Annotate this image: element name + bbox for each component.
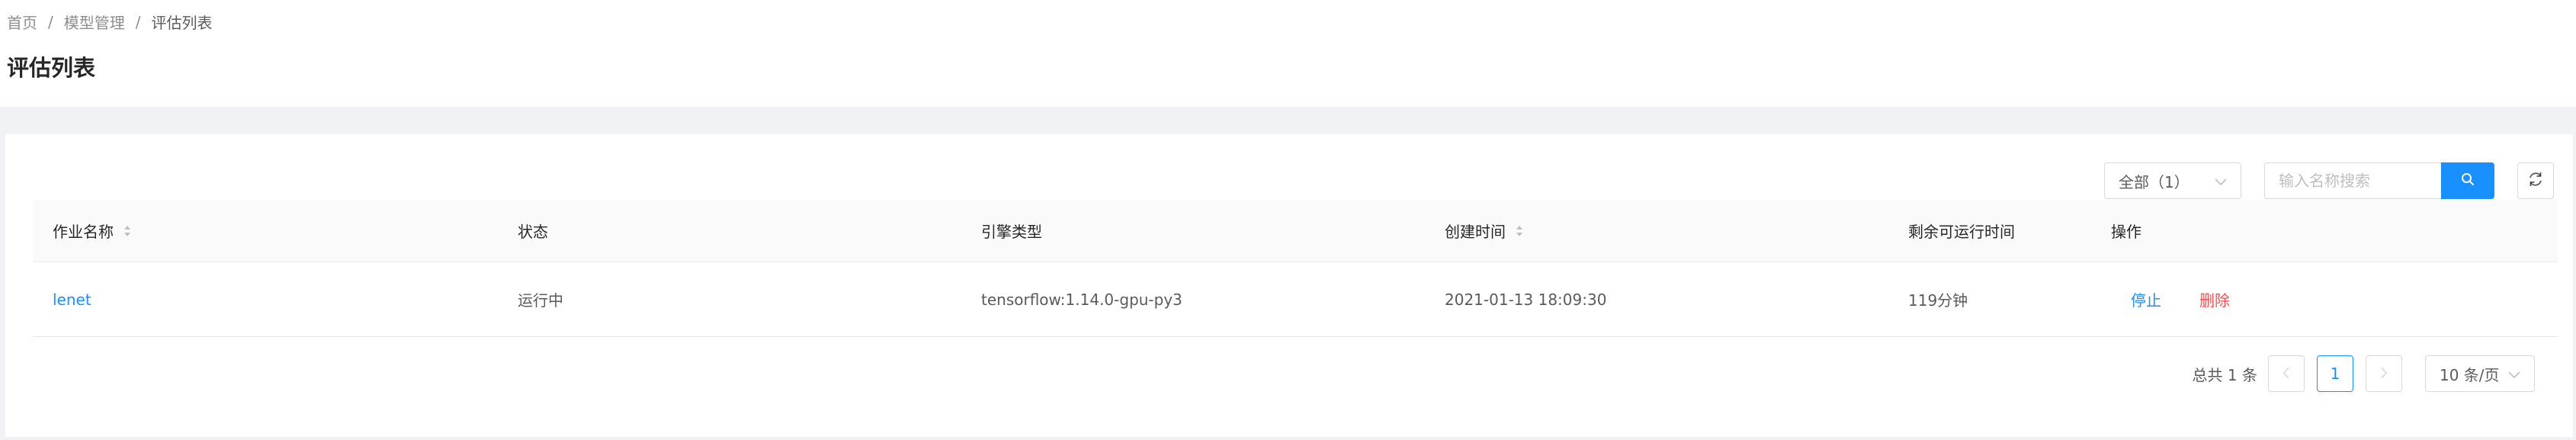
status-filter-value: 全部（1）	[2119, 172, 2189, 191]
table-header: 作业名称 状态 引擎类型 创建时间 剩余可运行时间 操作	[33, 200, 2558, 262]
breadcrumb: 首页 / 模型管理 / 评估列表	[7, 11, 213, 33]
chevron-down-icon	[2215, 172, 2227, 190]
column-header-actions: 操作	[2111, 223, 2141, 241]
job-name-link[interactable]: lenet	[53, 291, 91, 309]
pagination: 总共 1 条 1 10 条/页	[2193, 355, 2535, 392]
breadcrumb-home[interactable]: 首页	[7, 11, 37, 33]
chevron-right-icon	[2380, 365, 2388, 383]
page-title: 评估列表	[7, 55, 96, 81]
page-size-value: 10 条/页	[2440, 365, 2500, 384]
delete-button[interactable]: 删除	[2199, 288, 2230, 310]
page-size-select[interactable]: 10 条/页	[2425, 355, 2535, 392]
search-icon	[2461, 172, 2475, 189]
next-page-button[interactable]	[2366, 355, 2402, 392]
toolbar: 全部（1）	[2104, 162, 2554, 200]
refresh-icon	[2527, 171, 2544, 191]
search-button[interactable]	[2441, 162, 2494, 199]
prev-page-button[interactable]	[2268, 355, 2305, 392]
column-header-remaining: 剩余可运行时间	[1908, 223, 2015, 241]
job-created-time: 2021-01-13 18:09:30	[1445, 290, 1607, 309]
breadcrumb-separator: /	[135, 12, 141, 31]
sort-icon[interactable]	[123, 224, 132, 238]
search-input[interactable]	[2264, 162, 2441, 199]
stop-button[interactable]: 停止	[2131, 288, 2161, 310]
column-header-status: 状态	[518, 223, 548, 241]
sort-icon[interactable]	[1515, 224, 1524, 238]
status-filter-select[interactable]: 全部（1）	[2104, 162, 2241, 199]
column-header-name[interactable]: 作业名称	[33, 220, 498, 242]
chevron-left-icon	[2282, 365, 2290, 383]
search-box	[2264, 162, 2494, 199]
table-row: lenet 运行中 tensorflow:1.14.0-gpu-py3 2021…	[33, 262, 2558, 337]
column-header-engine: 引擎类型	[981, 223, 1042, 241]
job-engine: tensorflow:1.14.0-gpu-py3	[981, 290, 1182, 309]
breadcrumb-current: 评估列表	[151, 14, 213, 32]
job-remaining-time: 119分钟	[1908, 291, 1968, 310]
chevron-down-icon	[2508, 365, 2520, 383]
column-header-label: 创建时间	[1445, 223, 1506, 241]
breadcrumb-model-management[interactable]: 模型管理	[64, 11, 125, 33]
job-status: 运行中	[518, 291, 563, 310]
page-header: 首页 / 模型管理 / 评估列表 评估列表	[0, 0, 2576, 107]
column-header-label: 作业名称	[53, 223, 114, 241]
evaluation-list-card: 全部（1） 输入名称搜索 作业名称 状态 引擎类型 创建时间 剩余可运行时间 操…	[5, 134, 2573, 437]
evaluation-table: 作业名称 状态 引擎类型 创建时间 剩余可运行时间 操作 lenet 运行中 t…	[33, 200, 2558, 337]
pagination-total: 总共 1 条	[2192, 365, 2257, 384]
column-header-created[interactable]: 创建时间	[1425, 220, 1888, 242]
refresh-button[interactable]	[2517, 162, 2554, 199]
page-number-button[interactable]: 1	[2317, 355, 2353, 392]
breadcrumb-separator: /	[48, 12, 53, 31]
